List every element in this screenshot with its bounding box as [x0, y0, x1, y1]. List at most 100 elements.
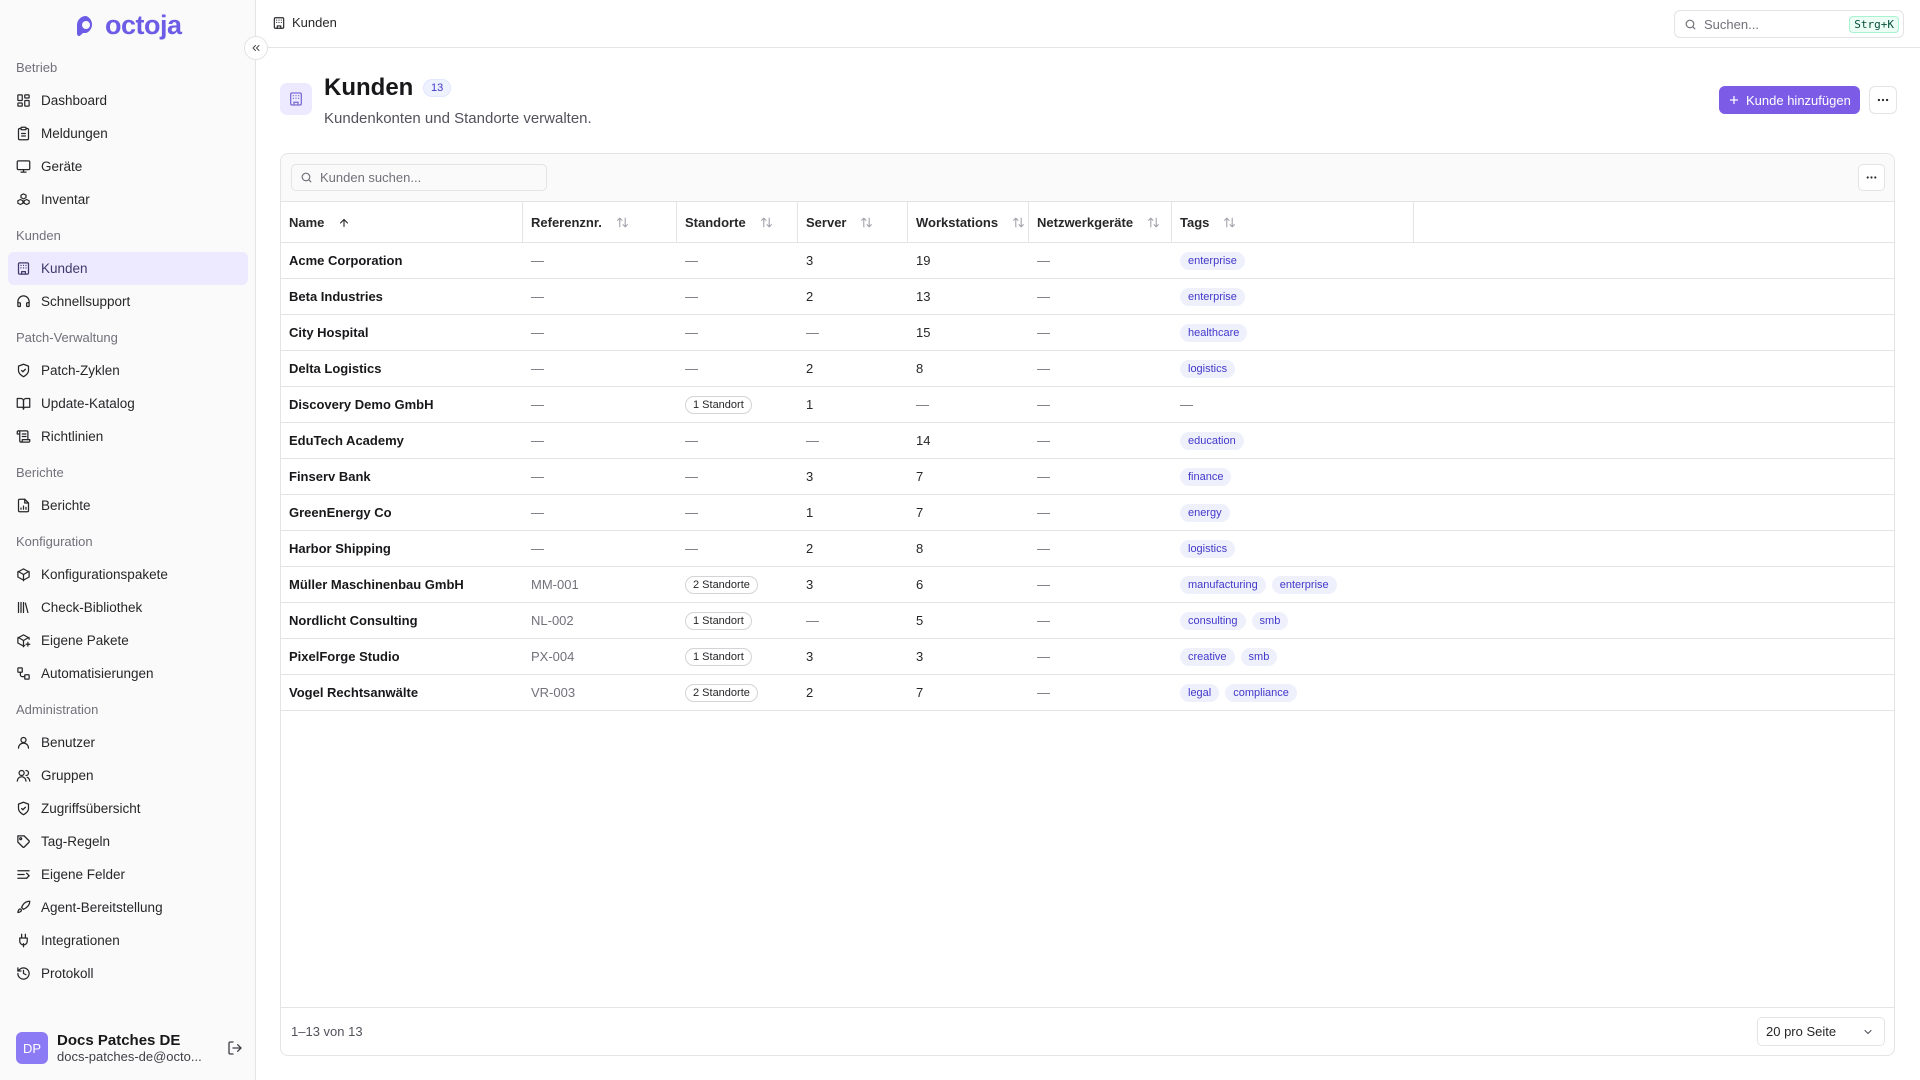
sidebar-item-eigene-pakete[interactable]: Eigene Pakete: [8, 624, 248, 657]
sidebar-item-dashboard[interactable]: Dashboard: [8, 84, 248, 117]
table-row[interactable]: Delta Logistics — — 2 8 — logistics: [281, 351, 1894, 387]
table-row[interactable]: Vogel Rechtsanwälte VR-003 2 Standorte 2 7 — l…: [281, 675, 1894, 711]
empty-value: —: [1037, 289, 1050, 304]
sidebar-item-kunden[interactable]: Kunden: [8, 252, 248, 285]
cell-workstations: 13: [908, 279, 1029, 314]
cell-ref: —: [523, 459, 677, 494]
keyboard-shortcut-badge: Strg+K: [1849, 15, 1899, 33]
brand-logo[interactable]: octoja: [75, 10, 182, 41]
table-row[interactable]: City Hospital — — — 15 — healthcare: [281, 315, 1894, 351]
empty-value: —: [1037, 361, 1050, 376]
sidebar-item-schnellsupport[interactable]: Schnellsupport: [8, 285, 248, 318]
cell-sites: —: [677, 315, 798, 350]
sidebar-item-benutzer[interactable]: Benutzer: [8, 726, 248, 759]
brand-name: octoja: [105, 10, 182, 40]
sidebar-item-berichte[interactable]: Berichte: [8, 489, 248, 522]
cell-value: 3: [806, 469, 814, 484]
sidebar-item-integrationen[interactable]: Integrationen: [8, 924, 248, 957]
tag-badge[interactable]: logistics: [1180, 539, 1236, 558]
collapse-sidebar-button[interactable]: [244, 36, 268, 60]
sidebar-item-tag-regeln[interactable]: Tag-Regeln: [8, 825, 248, 858]
table-row[interactable]: Harbor Shipping — — 2 8 — logistics: [281, 531, 1894, 567]
sidebar-item-inventar[interactable]: Inventar: [8, 183, 248, 216]
column-header[interactable]: Standorte: [677, 202, 798, 243]
cell-network: —: [1029, 423, 1172, 458]
sidebar-item-zugriffsübersicht[interactable]: Zugriffsübersicht: [8, 792, 248, 825]
more-horizontal-icon: [1876, 93, 1890, 107]
sidebar-item-gruppen[interactable]: Gruppen: [8, 759, 248, 792]
table-row[interactable]: Müller Maschinenbau GmbH MM-001 2 Standort…: [281, 567, 1894, 603]
page-more-button[interactable]: [1869, 86, 1897, 114]
sidebar-item-patch-zyklen[interactable]: Patch-Zyklen: [8, 354, 248, 387]
tag-badge[interactable]: healthcare: [1180, 323, 1248, 342]
tag-badge[interactable]: enterprise: [1271, 575, 1337, 594]
tag-badge[interactable]: consulting: [1180, 611, 1246, 630]
sidebar-item-richtlinien[interactable]: Richtlinien: [8, 420, 248, 453]
table-row[interactable]: Beta Industries — — 2 13 — enterprise: [281, 279, 1894, 315]
cell-tags: finance: [1172, 459, 1414, 494]
per-page-select[interactable]: 20 pro Seite: [1757, 1017, 1885, 1046]
cell-ref: —: [523, 387, 677, 422]
tag-badge[interactable]: smb: [1251, 611, 1289, 630]
table-row[interactable]: EduTech Academy — — — 14 — education: [281, 423, 1894, 459]
column-header[interactable]: Netzwerkgeräte: [1029, 202, 1172, 243]
cell-network: —: [1029, 459, 1172, 494]
column-header[interactable]: Server: [798, 202, 908, 243]
tag-badge[interactable]: education: [1180, 431, 1244, 450]
tag-badge[interactable]: finance: [1180, 467, 1232, 486]
tag-badge[interactable]: smb: [1240, 647, 1278, 666]
customer-search-input[interactable]: Kunden suchen...: [291, 164, 547, 191]
tag-badge[interactable]: compliance: [1225, 683, 1297, 702]
table-row[interactable]: Nordlicht Consulting NL-002 1 Standort — 5 — c…: [281, 603, 1894, 639]
sidebar-item-automatisierungen[interactable]: Automatisierungen: [8, 657, 248, 690]
column-header[interactable]: Name: [281, 202, 523, 243]
tag-badge[interactable]: creative: [1180, 647, 1235, 666]
cell-name: EduTech Academy: [281, 423, 523, 458]
sidebar-item-konfigurationspakete[interactable]: Konfigurationspakete: [8, 558, 248, 591]
table-row[interactable]: Discovery Demo GmbH — 1 Standort 1 — — —: [281, 387, 1894, 423]
empty-value: —: [1037, 253, 1050, 268]
sidebar-item-geräte[interactable]: Geräte: [8, 150, 248, 183]
table-more-button[interactable]: [1858, 164, 1885, 191]
sidebar-item-agent-bereitstellung[interactable]: Agent-Bereitstellung: [8, 891, 248, 924]
sidebar-item-check-bibliothek[interactable]: Check-Bibliothek: [8, 591, 248, 624]
page-title: Kunden: [324, 74, 414, 101]
tag-badge[interactable]: logistics: [1180, 359, 1236, 378]
tag-badge[interactable]: enterprise: [1180, 287, 1245, 306]
breadcrumb-current[interactable]: Kunden: [292, 15, 337, 30]
cell-servers: 3: [798, 459, 908, 494]
tag-badge[interactable]: legal: [1180, 683, 1220, 702]
user-profile[interactable]: DP Docs Patches DE docs-patches-de@octo.…: [16, 1032, 243, 1064]
column-header[interactable]: Tags: [1172, 202, 1414, 243]
shield-check-icon: [16, 363, 31, 378]
sidebar-item-update-katalog[interactable]: Update-Katalog: [8, 387, 248, 420]
table-row[interactable]: Finserv Bank — — 3 7 — finance: [281, 459, 1894, 495]
cell-workstations: 14: [908, 423, 1029, 458]
sidebar-item-label: Eigene Pakete: [41, 633, 129, 648]
tag-badge[interactable]: energy: [1180, 503, 1230, 522]
column-header[interactable]: Referenznr.: [523, 202, 677, 243]
table-row[interactable]: Acme Corporation — — 3 19 — enterprise: [281, 243, 1894, 279]
cell-servers: 2: [798, 675, 908, 710]
cell-value: 8: [916, 361, 924, 376]
sidebar-group-label: Administration: [16, 702, 99, 717]
cell-tags: enterprise: [1172, 279, 1414, 314]
sidebar-item-eigene-felder[interactable]: Eigene Felder: [8, 858, 248, 891]
add-customer-button[interactable]: Kunde hinzufügen: [1719, 86, 1860, 114]
table-row[interactable]: PixelForge Studio PX-004 1 Standort 3 3 — crea…: [281, 639, 1894, 675]
global-search-input[interactable]: Suchen... Strg+K: [1674, 10, 1904, 38]
tag-badge[interactable]: enterprise: [1180, 251, 1245, 270]
table-row[interactable]: GreenEnergy Co — — 1 7 — energy: [281, 495, 1894, 531]
sidebar-item-label: Gruppen: [41, 768, 94, 783]
sidebar-item-protokoll[interactable]: Protokoll: [8, 957, 248, 990]
cell-value: 1: [806, 397, 814, 412]
logout-icon[interactable]: [227, 1040, 243, 1056]
sidebar-item-meldungen[interactable]: Meldungen: [8, 117, 248, 150]
empty-value: —: [531, 361, 544, 376]
tag-badge[interactable]: manufacturing: [1180, 575, 1266, 594]
user-info: Docs Patches DE docs-patches-de@octo...: [57, 1032, 218, 1064]
empty-value: —: [685, 253, 698, 268]
row-filler: [1414, 315, 1894, 350]
user-name: Docs Patches DE: [57, 1032, 181, 1049]
column-header[interactable]: Workstations: [908, 202, 1029, 243]
